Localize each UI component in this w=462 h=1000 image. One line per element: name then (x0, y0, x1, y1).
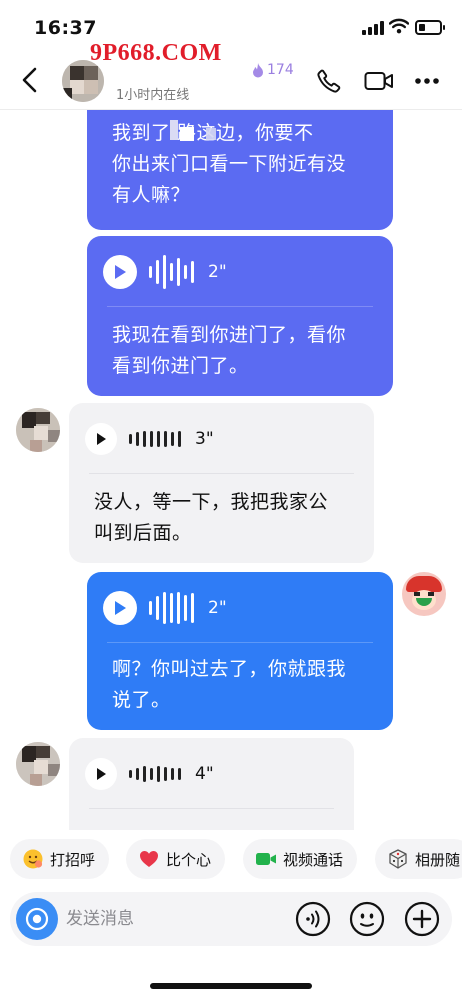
message-input[interactable] (66, 902, 286, 936)
divider (107, 642, 373, 643)
battery-level (419, 24, 425, 31)
waveform-icon (149, 255, 194, 289)
video-call-icon (255, 848, 277, 870)
message-composer (10, 892, 452, 946)
voice-duration: 3" (195, 429, 214, 449)
play-icon (97, 768, 106, 780)
voice-input-button[interactable] (294, 900, 332, 938)
voice-duration: 2" (208, 598, 227, 618)
battery-icon (415, 20, 445, 35)
message-bubble-outgoing[interactable]: 我到了 路这边，你要不 你出来门口看一下附近有没 有人嘛？ (87, 110, 393, 230)
quick-reply-label: 视频通话 (283, 850, 344, 869)
sender-avatar[interactable] (16, 408, 60, 452)
play-button[interactable] (103, 255, 137, 289)
quick-reply-video-call[interactable]: 视频通话 (243, 839, 358, 879)
emoji-icon (349, 901, 385, 937)
play-button[interactable] (85, 758, 117, 790)
play-button[interactable] (85, 423, 117, 455)
add-button[interactable] (403, 900, 441, 938)
voice-message-outgoing[interactable]: 2" 啊？你叫过去了，你就跟我 说了。 (87, 572, 393, 730)
waveform-icon (149, 591, 194, 625)
back-button[interactable] (14, 64, 46, 96)
redacted-mask (180, 127, 194, 141)
phone-icon (317, 69, 341, 93)
message-text: 我到了 路这边，你要不 你出来门口看一下附近有没 有人嘛？ (112, 122, 347, 206)
play-icon (115, 601, 126, 615)
plus-icon (404, 901, 440, 937)
voice-wave-icon (295, 901, 331, 937)
quick-reply-album[interactable]: 相册随 (375, 839, 462, 879)
play-icon (97, 433, 106, 445)
status-time: 16:37 (34, 17, 97, 39)
waveform-icon (129, 757, 181, 791)
dice-icon (387, 848, 409, 870)
camera-icon (25, 907, 49, 931)
divider (89, 808, 334, 809)
voice-message-outgoing[interactable]: 2" 我现在看到你进门了，看你 看到你进门了。 (87, 236, 393, 396)
waveform-icon (129, 422, 181, 456)
play-icon (115, 265, 126, 279)
quick-reply-label: 相册随 (415, 850, 461, 869)
status-bar: 16:37 (0, 0, 462, 52)
play-button[interactable] (103, 591, 137, 625)
sender-avatar[interactable] (16, 742, 60, 786)
intimacy-badge: 174 (252, 62, 294, 78)
voice-message-incoming[interactable]: 3" 没人，等一下，我把我家公 叫到后面。 (69, 403, 374, 563)
camera-button[interactable] (16, 898, 58, 940)
intimacy-count: 174 (267, 62, 294, 78)
heart-icon (138, 848, 160, 870)
voice-duration: 4" (195, 764, 214, 784)
voice-call-button[interactable] (314, 66, 344, 96)
wave-emoji-icon (22, 848, 44, 870)
voice-transcript: 我现在看到你进门了，看你 看到你进门了。 (112, 324, 347, 377)
more-button[interactable] (412, 66, 442, 96)
voice-transcript: 没人，等一下，我把我家公 叫到后面。 (94, 491, 329, 544)
divider (107, 306, 373, 307)
more-icon (415, 78, 439, 84)
quick-reply-bar[interactable]: 打招呼 比个心 视频通话 相册随 (0, 830, 462, 888)
video-call-button[interactable] (364, 66, 394, 96)
voice-message-incoming[interactable]: 4" (69, 738, 354, 830)
quick-reply-label: 比个心 (166, 850, 212, 869)
voice-duration: 2" (208, 262, 227, 282)
contact-name[interactable] (118, 66, 230, 82)
video-icon (364, 72, 393, 90)
watermark-logo: 9P668.COM (90, 40, 222, 66)
chevron-left-icon (22, 67, 37, 93)
redacted-mask (206, 128, 216, 140)
message-list[interactable]: 我到了 路这边，你要不 你出来门口看一下附近有没 有人嘛？ 2" 我现在看到你进… (0, 110, 462, 830)
quick-reply-greet[interactable]: 打招呼 (10, 839, 110, 879)
redacted-mask (170, 120, 178, 140)
home-indicator[interactable] (150, 983, 312, 989)
online-status: 1小时内在线 (116, 88, 190, 103)
wifi-icon (389, 18, 409, 34)
flame-icon (253, 62, 263, 77)
signal-icon (362, 21, 384, 35)
quick-reply-heart[interactable]: 比个心 (126, 839, 226, 879)
my-avatar[interactable] (402, 572, 446, 616)
chat-header: 174 1小时内在线 (0, 52, 462, 110)
emoji-button[interactable] (348, 900, 386, 938)
voice-transcript: 啊？你叫过去了，你就跟我 说了。 (112, 658, 347, 711)
quick-reply-label: 打招呼 (50, 850, 96, 869)
divider (89, 473, 354, 474)
